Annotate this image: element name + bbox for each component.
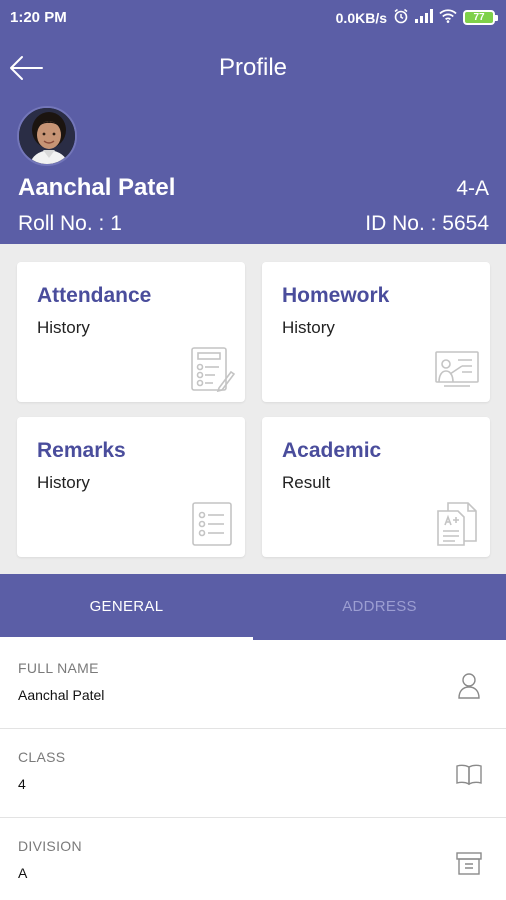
attendance-checklist-icon [191, 347, 235, 392]
field-value: Aanchal Patel [18, 687, 105, 703]
card-subtitle: History [37, 473, 90, 492]
field-division: DIVISION A [0, 818, 506, 900]
alarm-icon [393, 8, 409, 27]
page-title: Profile [218, 54, 288, 81]
remarks-list-icon [192, 502, 232, 546]
card-title: Remarks [37, 439, 126, 462]
card-title: Academic [282, 439, 382, 462]
card-title: Attendance [37, 284, 152, 307]
card-title: Homework [282, 284, 390, 307]
homework-history-card[interactable]: Homework History [262, 262, 490, 402]
signal-icon [415, 9, 433, 26]
field-label: FULL NAME [18, 660, 99, 676]
field-value: A [18, 865, 28, 881]
person-icon [458, 673, 480, 699]
field-full-name: FULL NAME Aanchal Patel [0, 640, 506, 729]
battery-icon: 77 [463, 10, 498, 25]
academic-result-icon [437, 502, 477, 546]
id-number: ID No. : 5654 [365, 212, 489, 235]
attendance-history-card[interactable]: Attendance History [17, 262, 245, 402]
student-name: Aanchal Patel [18, 174, 176, 201]
battery-level: 77 [463, 10, 495, 25]
card-subtitle: History [37, 318, 90, 337]
general-details: FULL NAME Aanchal Patel CLASS 4 DIVISION… [0, 640, 506, 900]
field-value: 4 [18, 776, 26, 792]
tab-general[interactable]: GENERAL [0, 574, 253, 640]
status-time: 1:20 PM [10, 9, 67, 26]
avatar [17, 106, 77, 166]
roll-number: Roll No. : 1 [18, 212, 122, 235]
status-icons: 0.0KB/s 77 [336, 8, 498, 27]
card-subtitle: History [282, 318, 335, 337]
book-icon [456, 764, 482, 786]
card-subtitle: Result [282, 473, 331, 492]
remarks-history-card[interactable]: Remarks History [17, 417, 245, 557]
archive-box-icon [456, 852, 482, 875]
academic-result-card[interactable]: Academic Result [262, 417, 490, 557]
homework-board-icon [435, 351, 479, 387]
field-label: DIVISION [18, 838, 82, 854]
tab-address[interactable]: ADDRESS [253, 574, 506, 640]
field-class: CLASS 4 [0, 729, 506, 818]
class-division: 4-A [456, 177, 489, 200]
field-label: CLASS [18, 749, 66, 765]
status-bar: 1:20 PM 0.0KB/s 77 [0, 0, 506, 36]
profile-tabs: GENERAL ADDRESS [0, 574, 506, 640]
profile-header: Profile Aanchal Patel 4-A Roll No. : 1 I… [0, 36, 506, 244]
wifi-icon [439, 9, 457, 26]
network-speed: 0.0KB/s [335, 9, 387, 26]
